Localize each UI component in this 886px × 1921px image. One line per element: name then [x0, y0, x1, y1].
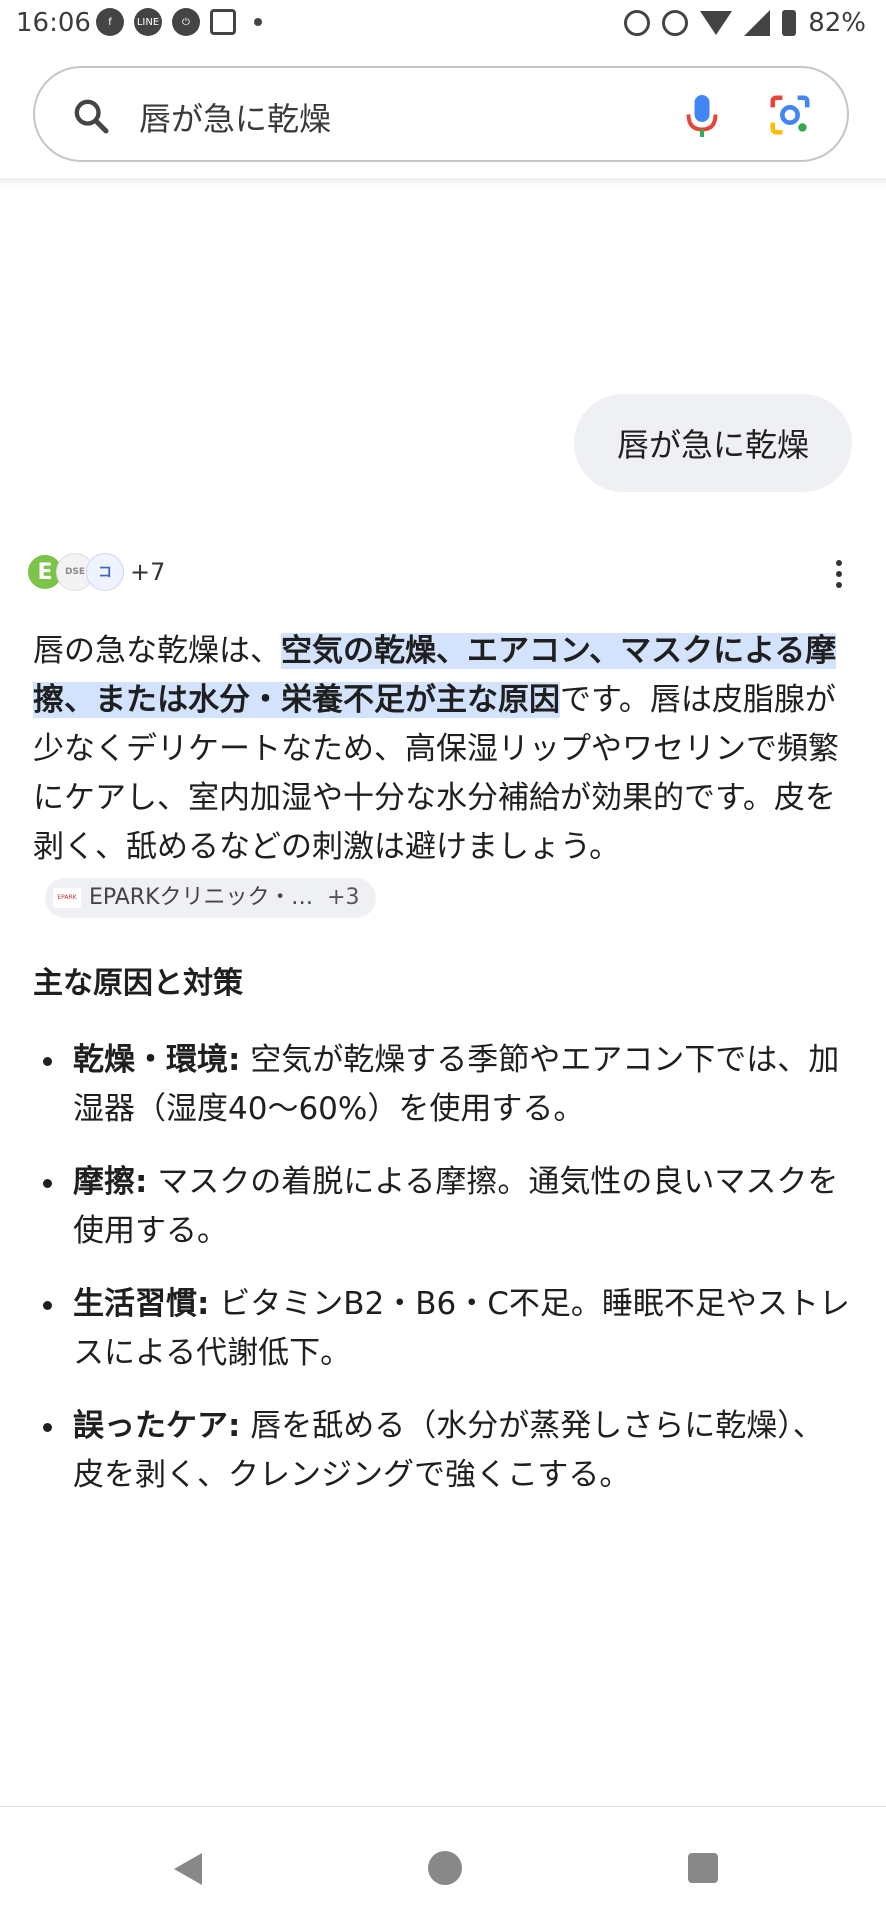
sources-more-count[interactable]: +7 [130, 558, 165, 586]
status-bar: 16:06 f LINE ⏻ 82% [0, 0, 886, 52]
battery-icon [782, 10, 797, 36]
ai-answer: 唇の急な乾燥は、空気の乾燥、エアコン、マスクによる摩擦、または水分・栄養不足が主… [33, 627, 853, 921]
back-icon[interactable] [174, 1853, 202, 1885]
more-options-icon[interactable] [836, 560, 844, 590]
line-icon: LINE [134, 8, 162, 36]
user-query-bubble: 唇が急に乾燥 [574, 394, 852, 492]
list-item-term: 乾燥・環境: [73, 1042, 241, 1078]
list-item-term: 誤ったケア: [73, 1408, 241, 1444]
list-item: 生活習慣: ビタミンB2・B6・C不足。睡眠不足やストレスによる代謝低下。 [33, 1280, 853, 1378]
data-saver-icon [662, 10, 689, 36]
list-item: 乾燥・環境: 空気が乾燥する季節やエアコン下では、加湿器（湿度40〜60%）を使… [33, 1036, 853, 1134]
source-logo-icon[interactable]: コ [86, 553, 124, 591]
list-item: 摩擦: マスクの着脱による摩擦。通気性の良いマスクを使用する。 [33, 1158, 853, 1256]
list-item-term: 生活習慣: [73, 1286, 210, 1322]
search-bar[interactable]: 唇が急に乾燥 [33, 66, 849, 162]
list-item-term: 摩擦: [73, 1164, 148, 1200]
mic-icon[interactable] [683, 92, 721, 140]
more-notifications-icon [254, 18, 262, 26]
source-avatars[interactable]: E DSE コ +7 [26, 552, 165, 592]
system-icons: 82% [624, 8, 866, 38]
facebook-icon: f [96, 8, 124, 36]
alarm-icon [624, 10, 651, 36]
home-icon[interactable] [428, 1851, 462, 1885]
search-input[interactable]: 唇が急に乾燥 [139, 94, 331, 140]
epark-logo-icon: EPARK [53, 887, 81, 908]
list-item: 誤ったケア: 唇を舐める（水分が蒸発しさらに乾燥）、皮を剥く、クレンジングで強く… [33, 1402, 853, 1500]
section-title: 主な原因と対策 [33, 966, 243, 1001]
citation-chip-count: +3 [327, 885, 360, 910]
recent-apps-icon[interactable] [688, 1853, 718, 1883]
notification-icons: f LINE ⏻ [96, 8, 262, 36]
status-time: 16:06 [16, 8, 91, 38]
search-icon[interactable] [71, 96, 111, 136]
citation-chip[interactable]: EPARK EPARKクリニック・… +3 [45, 877, 376, 918]
user-query-text: 唇が急に乾燥 [616, 426, 809, 464]
news-icon [210, 9, 236, 35]
power-icon: ⏻ [172, 8, 200, 36]
answer-intro: 唇の急な乾燥は、 [33, 633, 281, 669]
citation-chip-label: EPARKクリニック・… [89, 885, 314, 910]
battery-percent: 82% [808, 8, 866, 38]
list-item-text: マスクの着脱による摩擦。通気性の良いマスクを使用する。 [73, 1164, 839, 1249]
navigation-bar [0, 1806, 886, 1921]
wifi-icon [700, 11, 733, 35]
signal-icon [744, 10, 771, 36]
header-shadow [0, 178, 886, 186]
cause-list: 乾燥・環境: 空気が乾燥する季節やエアコン下では、加湿器（湿度40〜60%）を使… [33, 1036, 853, 1524]
lens-icon[interactable] [767, 92, 813, 138]
